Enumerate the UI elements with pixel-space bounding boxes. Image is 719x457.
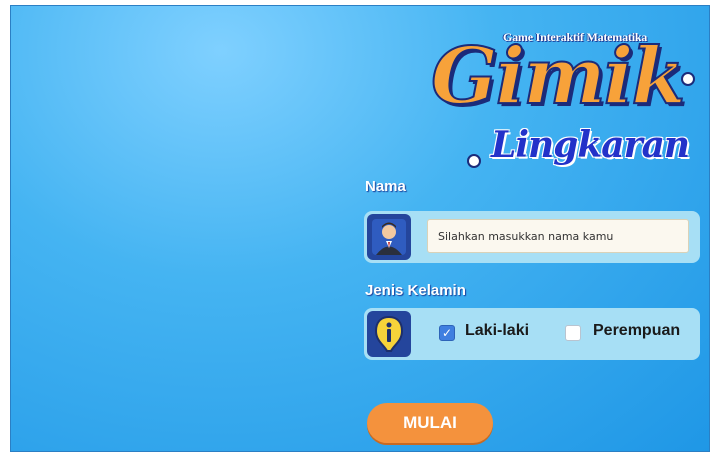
user-avatar-icon xyxy=(367,214,411,260)
name-panel xyxy=(364,211,700,263)
gender-panel: ✓ Laki-laki Perempuan xyxy=(364,308,700,360)
name-label: Nama xyxy=(365,178,406,195)
logo-dot-right xyxy=(681,72,695,86)
checkbox-laki-laki[interactable]: ✓ xyxy=(439,325,455,341)
gender-label: Jenis Kelamin xyxy=(365,282,466,299)
start-button[interactable]: MULAI xyxy=(367,403,493,443)
name-input[interactable] xyxy=(427,219,689,253)
checkbox-perempuan[interactable] xyxy=(565,325,581,341)
gimik-logo: Game Interaktif Matematika Gimik Lingkar… xyxy=(430,26,709,186)
option-laki-laki-label[interactable]: Laki-laki xyxy=(465,322,529,340)
logo-dot-left xyxy=(467,154,481,168)
logo-title: Gimik xyxy=(430,31,686,122)
game-screen: Game Interaktif Matematika Gimik Lingkar… xyxy=(10,5,710,452)
option-perempuan-label[interactable]: Perempuan xyxy=(593,322,680,340)
logo-subtitle-lingkaran: Lingkaran xyxy=(491,124,690,166)
info-badge-icon xyxy=(367,311,411,357)
